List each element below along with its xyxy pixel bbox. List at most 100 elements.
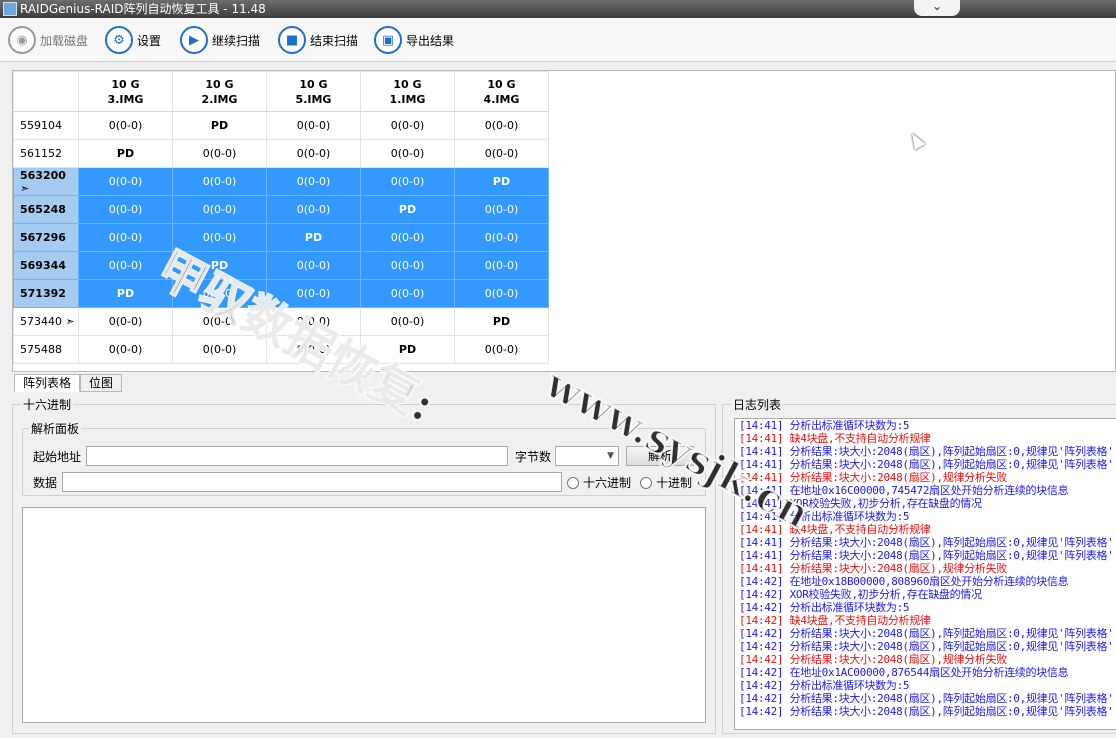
tab-array-table[interactable]: 阵列表格 (14, 374, 81, 392)
parse-button[interactable]: 解析 (626, 446, 694, 466)
grid-row[interactable]: 569344 0(0-0) PD 0(0-0) 0(0-0) 0(0-0) (13, 251, 549, 280)
grid-cell[interactable]: 0(0-0) (78, 195, 173, 224)
grid-cell[interactable]: 0(0-0) (78, 223, 173, 252)
grid-cell[interactable]: 0(0-0) (266, 167, 361, 196)
log-line: [14:41] 分析结果:块大小:2048(扇区),规律分析失败 (739, 562, 1007, 575)
stop-scan-label: 结束扫描 (310, 33, 359, 48)
grid-column-header[interactable]: 10 G 5.IMG (266, 71, 361, 112)
log-line: [14:42] 在地址0x18B00000,808960扇区处开始分析连续的块信… (739, 575, 1069, 588)
grid-cell[interactable]: 0(0-0) (172, 335, 267, 364)
data-input[interactable] (62, 472, 562, 492)
grid-cell[interactable]: PD (266, 223, 361, 252)
grid-cell[interactable]: PD (360, 335, 455, 364)
grid-row[interactable]: 571392 PD 0(0-0) 0(0-0) 0(0-0) 0(0-0) (13, 279, 549, 308)
log-list[interactable]: [14:41] 分析出标准循环块数为:5 [14:41] 缺4块盘,不支持自动分析… (734, 418, 1116, 730)
grid-cell[interactable]: 0(0-0) (78, 167, 173, 196)
grid-cell[interactable]: 0(0-0) (360, 167, 455, 196)
grid-row[interactable]: 573440 ➣ 0(0-0) 0(0-0) 0(0-0) 0(0-0) PD (13, 307, 549, 336)
grid-column-header[interactable]: 10 G 4.IMG (454, 71, 549, 112)
log-line: [14:41] 分析出标准循环块数为:5 (739, 419, 910, 432)
grid-row[interactable]: 561152 PD 0(0-0) 0(0-0) 0(0-0) 0(0-0) (13, 139, 549, 168)
grid-cell[interactable]: 0(0-0) (454, 251, 549, 280)
grid-cell[interactable]: 0(0-0) (454, 111, 549, 140)
grid-cell[interactable]: 0(0-0) (360, 307, 455, 336)
parse-panel-title: 解析面板 (29, 420, 82, 437)
disk-icon: ◉ (8, 26, 36, 54)
grid-cell[interactable]: 0(0-0) (266, 279, 361, 308)
radio-dec[interactable]: 十进制 (640, 474, 692, 491)
data-label: 数据 (33, 476, 58, 490)
grid-row-label[interactable]: 565248 (13, 195, 79, 224)
grid-cell[interactable]: 0(0-0) (78, 111, 173, 140)
log-line: [14:42] XOR校验失败,初步分析,存在缺盘的情况 (739, 588, 982, 601)
grid-cell[interactable]: 0(0-0) (172, 223, 267, 252)
grid-cell[interactable]: PD (454, 167, 549, 196)
grid-cell[interactable]: 0(0-0) (266, 111, 361, 140)
load-disk-button[interactable]: ◉ 加载磁盘 (8, 24, 88, 56)
toolbar: ◉ 加载磁盘 ⚙ 设置 ▶ 继续扫描 ■ 结束扫描 ▣ 导出结果 (0, 18, 1116, 62)
grid-cell[interactable]: 0(0-0) (454, 195, 549, 224)
grid-cell[interactable]: PD (78, 139, 173, 168)
grid-row-label[interactable]: 569344 (13, 251, 79, 280)
grid-cell[interactable]: 0(0-0) (360, 251, 455, 280)
grid-cell[interactable]: 0(0-0) (360, 111, 455, 140)
settings-button[interactable]: ⚙ 设置 (105, 24, 161, 56)
byte-count-select[interactable]: ▼ (555, 446, 619, 466)
grid-row-label[interactable]: 563200 ➣ (13, 167, 79, 196)
grid-row[interactable]: 575488 0(0-0) 0(0-0) 0(0-0) PD 0(0-0) (13, 335, 549, 364)
radio-hex[interactable]: 十六进制 (567, 474, 631, 491)
export-result-button[interactable]: ▣ 导出结果 (374, 24, 454, 56)
grid-cell[interactable]: 0(0-0) (454, 139, 549, 168)
grid-cell[interactable]: 0(0-0) (454, 335, 549, 364)
grid-row[interactable]: 567296 0(0-0) 0(0-0) PD 0(0-0) 0(0-0) (13, 223, 549, 252)
hex-panel-title: 十六进制 (21, 396, 74, 413)
grid-cell[interactable]: PD (454, 307, 549, 336)
grid-row[interactable]: 563200 ➣ 0(0-0) 0(0-0) 0(0-0) 0(0-0) PD (13, 167, 549, 196)
grid-row[interactable]: 559104 0(0-0) PD 0(0-0) 0(0-0) 0(0-0) (13, 111, 549, 140)
grid-row-label[interactable]: 571392 (13, 279, 79, 308)
grid-cell[interactable]: 0(0-0) (172, 139, 267, 168)
start-address-input[interactable] (86, 446, 508, 466)
grid-row-label[interactable]: 561152 (13, 139, 79, 168)
grid-cell[interactable]: 0(0-0) (266, 195, 361, 224)
grid-cell[interactable]: PD (172, 111, 267, 140)
grid-cell[interactable]: 0(0-0) (266, 139, 361, 168)
grid-row-label[interactable]: 567296 (13, 223, 79, 252)
bottom-tabs: 阵列表格 位图 (14, 374, 123, 393)
grid-cell[interactable]: 0(0-0) (266, 251, 361, 280)
grid-cell[interactable]: 0(0-0) (266, 307, 361, 336)
grid-cell[interactable]: 0(0-0) (266, 335, 361, 364)
grid-cell[interactable]: 0(0-0) (172, 307, 267, 336)
stop-scan-button[interactable]: ■ 结束扫描 (278, 24, 358, 56)
grid-cell[interactable]: 0(0-0) (172, 167, 267, 196)
grid-cell[interactable]: 0(0-0) (78, 307, 173, 336)
grid-column-header[interactable]: 10 G 3.IMG (78, 71, 173, 112)
grid-cell[interactable]: PD (78, 279, 173, 308)
grid-row-label[interactable]: 573440 ➣ (13, 307, 79, 336)
log-line: [14:41] 缺4块盘,不支持自动分析规律 (739, 523, 931, 536)
hex-view-area[interactable] (22, 507, 706, 723)
grid-row-label[interactable]: 559104 (13, 111, 79, 140)
continue-scan-button[interactable]: ▶ 继续扫描 (180, 24, 260, 56)
log-line: [14:41] XOR校验失败,初步分析,存在缺盘的情况 (739, 497, 982, 510)
tab-bitmap[interactable]: 位图 (80, 374, 123, 392)
grid-cell[interactable]: 0(0-0) (454, 279, 549, 308)
grid-cell[interactable]: PD (360, 195, 455, 224)
grid-cell[interactable]: 0(0-0) (360, 139, 455, 168)
grid-cell[interactable]: 0(0-0) (454, 223, 549, 252)
log-line: [14:42] 分析结果:块大小:2048(扇区),阵列起始扇区:0,规律见'阵… (739, 627, 1114, 640)
grid-cell[interactable]: 0(0-0) (360, 223, 455, 252)
start-address-label: 起始地址 (33, 450, 82, 464)
grid-row[interactable]: 565248 0(0-0) 0(0-0) 0(0-0) PD 0(0-0) (13, 195, 549, 224)
grid-cell[interactable]: 0(0-0) (172, 195, 267, 224)
grid-cell[interactable]: 0(0-0) (360, 279, 455, 308)
grid-row-label[interactable]: 575488 (13, 335, 79, 364)
grid-cell[interactable]: 0(0-0) (172, 279, 267, 308)
grid-column-header[interactable]: 10 G 2.IMG (172, 71, 267, 112)
grid-column-header[interactable]: 10 G 1.IMG (360, 71, 455, 112)
collapse-button[interactable]: ⌄ (914, 0, 960, 16)
grid-cell[interactable]: 0(0-0) (78, 335, 173, 364)
grid-cell[interactable]: PD (172, 251, 267, 280)
array-grid-panel: 10 G 3.IMG 10 G 2.IMG 10 G 5.IMG 10 G 1.IMG … (12, 70, 1116, 372)
grid-cell[interactable]: 0(0-0) (78, 251, 173, 280)
